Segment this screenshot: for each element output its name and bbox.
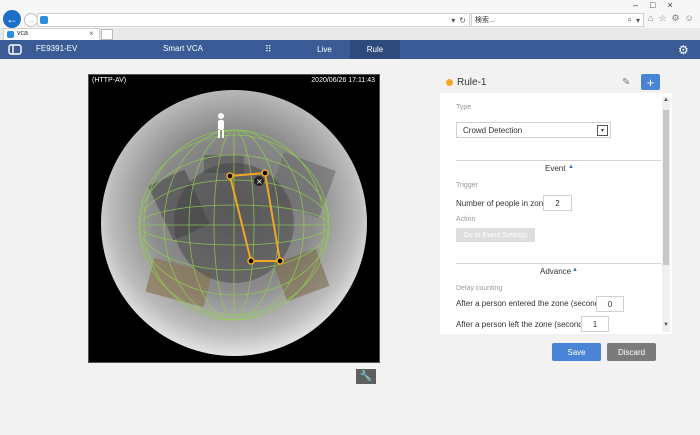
type-label: Type bbox=[456, 104, 472, 111]
settings-gear-icon[interactable]: ⚙ bbox=[678, 43, 689, 57]
scroll-down-icon[interactable]: ▼ bbox=[662, 322, 670, 330]
discard-button[interactable]: Discard bbox=[607, 343, 656, 361]
search-tools: ⌕ ▾ bbox=[628, 14, 641, 26]
entered-zone-label: After a person entered the zone (seconds… bbox=[456, 299, 609, 308]
tab-rule[interactable]: Rule bbox=[350, 40, 400, 59]
people-in-zone-label: Number of people in zone: bbox=[456, 199, 550, 208]
minimize-icon[interactable]: – bbox=[633, 0, 638, 10]
smiley-icon[interactable]: ☺ bbox=[685, 13, 694, 24]
address-tools: ▾ ↻ bbox=[451, 14, 466, 26]
back-button[interactable]: ← bbox=[3, 10, 21, 28]
browser-right-tools: ⌂ ☆ ⚙ ☺ bbox=[648, 13, 694, 24]
address-bar[interactable]: ▾ ↻ bbox=[37, 13, 470, 27]
event-section-header[interactable]: Event bbox=[545, 164, 565, 173]
forward-button[interactable]: → bbox=[24, 13, 38, 27]
tab-favicon-icon bbox=[7, 31, 14, 38]
browser-search-box[interactable]: 検索... ⌕ ▾ bbox=[471, 13, 644, 27]
smart-vca-title: Smart VCA bbox=[163, 44, 204, 53]
type-select[interactable]: Crowd Detection ▾ bbox=[456, 122, 611, 138]
home-icon[interactable]: ⌂ bbox=[648, 13, 653, 24]
advance-section-header[interactable]: Advance bbox=[540, 267, 571, 276]
trigger-label: Trigger bbox=[456, 182, 478, 189]
refresh-icon[interactable]: ↻ bbox=[459, 16, 466, 25]
event-divider bbox=[456, 160, 661, 161]
new-tab-button[interactable] bbox=[101, 29, 113, 40]
left-zone-seconds-input[interactable]: 1 bbox=[581, 316, 609, 332]
left-zone-label: After a person left the zone (seconds): bbox=[456, 320, 592, 329]
rule-name: Rule-1 bbox=[457, 77, 487, 88]
window-controls: – □ × bbox=[633, 0, 673, 10]
add-rule-button[interactable]: + bbox=[641, 74, 660, 90]
entered-zone-seconds-input[interactable]: 0 bbox=[596, 296, 624, 312]
type-select-value: Crowd Detection bbox=[463, 126, 523, 135]
camera-view[interactable]: × (HTTP-AV) 2020/06/26 17:11:43 bbox=[88, 74, 380, 363]
favorites-icon[interactable]: ☆ bbox=[658, 13, 666, 24]
grid-menu-icon[interactable]: ⠿ bbox=[265, 44, 272, 55]
people-in-zone-input[interactable]: 2 bbox=[543, 195, 572, 211]
search-dropdown-icon[interactable]: ▾ bbox=[636, 16, 640, 25]
tab-live[interactable]: Live bbox=[302, 40, 347, 59]
collapse-caret-icon[interactable]: ▲ bbox=[572, 267, 578, 273]
maximize-icon[interactable]: □ bbox=[650, 0, 655, 10]
vivotek-logo-icon bbox=[8, 44, 22, 55]
device-model: FE9391-EV bbox=[36, 44, 78, 53]
collapse-caret-icon[interactable]: ▲ bbox=[568, 164, 574, 170]
rule-status-dot bbox=[446, 79, 453, 86]
advance-divider bbox=[456, 263, 661, 264]
search-placeholder: 検索... bbox=[475, 17, 495, 24]
camera-timestamp: 2020/06/26 17:11:43 bbox=[311, 77, 375, 84]
tools-gear-icon[interactable]: ⚙ bbox=[672, 13, 680, 24]
go-to-event-settings-button[interactable]: Go to Event Settings bbox=[456, 228, 535, 242]
scrollbar-thumb[interactable] bbox=[663, 110, 669, 265]
dropdown-icon[interactable]: ▾ bbox=[451, 16, 455, 25]
action-label: Action bbox=[456, 216, 476, 223]
close-window-icon[interactable]: × bbox=[667, 0, 672, 10]
edit-pencil-icon[interactable]: ✎ bbox=[622, 77, 630, 88]
tab-close-icon[interactable]: × bbox=[89, 29, 94, 38]
site-favicon-icon bbox=[40, 16, 48, 24]
tab-title: vca bbox=[17, 30, 28, 37]
wrench-icon[interactable]: 🔧 bbox=[356, 369, 376, 384]
zone-close-icon[interactable]: × bbox=[256, 177, 263, 186]
save-button[interactable]: Save bbox=[552, 343, 601, 361]
chevron-down-icon: ▾ bbox=[597, 125, 608, 136]
delay-counting-label: Delay counting bbox=[456, 285, 503, 292]
search-icon[interactable]: ⌕ bbox=[628, 15, 632, 25]
scroll-up-icon[interactable]: ▲ bbox=[662, 97, 670, 105]
fisheye-image: × bbox=[101, 90, 367, 356]
stream-protocol: (HTTP-AV) bbox=[92, 77, 127, 84]
top-nav: FE9391-EV Smart VCA ⠿ Live Rule ⚙ bbox=[0, 40, 700, 59]
